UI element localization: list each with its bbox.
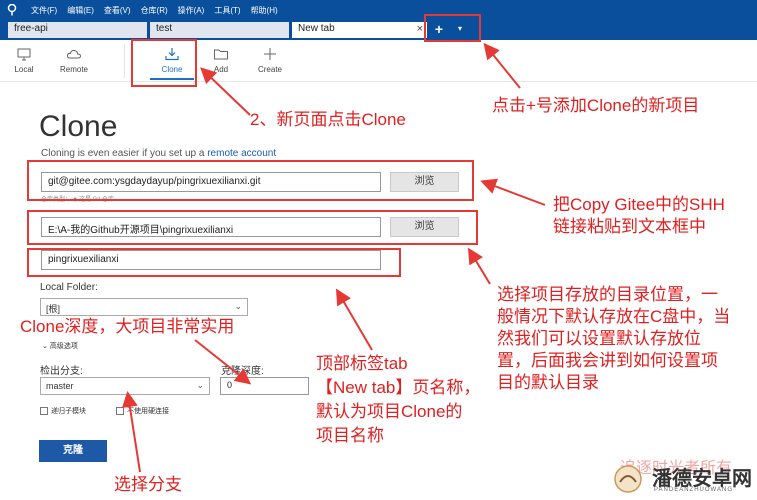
note-paste-ssh-line2: 链接粘贴到文本框中 bbox=[553, 217, 706, 236]
note-dir-line5: 目的默认目录 bbox=[497, 373, 599, 392]
note-tab-name-line4: 项目名称 bbox=[316, 426, 384, 445]
brand-logo-icon bbox=[610, 464, 646, 494]
note-click-clone: 2、新页面点击Clone bbox=[250, 110, 406, 129]
note-tab-name-line1: 顶部标签tab bbox=[316, 354, 408, 373]
note-dir-line2: 般情况下默认存放在C盘中，当 bbox=[497, 307, 731, 326]
note-select-branch: 选择分支 bbox=[114, 475, 182, 494]
note-dir-line1: 选择项目存放的目录位置，一 bbox=[497, 285, 718, 304]
note-dir-line3: 然我们可以设置默认存放位 bbox=[497, 329, 701, 348]
note-paste-ssh-line1: 把Copy Gitee中的SHH bbox=[553, 195, 725, 214]
note-new-tab: 点击+号添加Clone的新项目 bbox=[492, 96, 700, 115]
note-dir-line4: 置，后面我会讲到如何设置项 bbox=[497, 351, 718, 370]
brand-subtitle: PANDEANZHUOWANG bbox=[654, 487, 734, 493]
note-tab-name-line3: 默认为项目Clone的 bbox=[316, 402, 463, 421]
note-clone-depth: Clone深度，大项目非常实用 bbox=[20, 317, 235, 336]
git-client-window: 文件(F) 编辑(E) 查看(V) 仓库(R) 操作(A) 工具(T) 帮助(H… bbox=[0, 0, 757, 500]
note-tab-name-line2: 【New tab】页名称， bbox=[316, 378, 481, 397]
